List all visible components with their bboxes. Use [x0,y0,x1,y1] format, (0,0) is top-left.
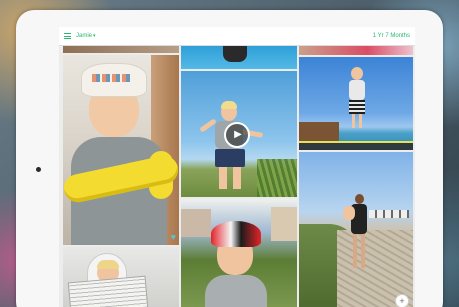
photo-detail-feet [223,46,247,62]
photo-detail-shorts [215,149,245,167]
photo-detail-shirt [205,275,267,307]
photo-tile-newspaper[interactable] [63,247,179,307]
photo-detail-child [347,67,367,128]
play-icon: ▶ [234,129,242,140]
photo-tile-top-right[interactable] [299,46,413,55]
photo-tile-boy-white-hat[interactable]: ♥ [63,55,179,245]
plus-icon: + [399,296,405,306]
chevron-down-icon: ▾ [93,33,96,39]
photo-tile-mother-baby[interactable] [299,152,413,307]
heart-icon[interactable]: ♥ [171,232,176,242]
photo-detail-plant [257,159,297,197]
photo-tile-top-left[interactable] [63,46,179,53]
child-name-label: Jamie [76,33,93,39]
child-selector[interactable]: Jamie▾ [76,33,96,39]
app-screen: Jamie▾ 1 Yr 7 Months ♥ ▶ + [59,27,415,307]
photo-tile-pool[interactable] [181,46,297,69]
photo-detail-newspaper [67,275,149,307]
photo-detail-hair [97,260,119,269]
add-photo-button[interactable]: + [395,294,409,307]
photo-detail-house [181,209,211,237]
photo-detail-cars [369,210,409,218]
top-app-bar: Jamie▾ 1 Yr 7 Months [59,27,415,46]
play-button[interactable]: ▶ [224,122,250,148]
child-age-label: 1 Yr 7 Months [372,33,410,39]
photo-detail-trampoline [299,141,413,150]
photo-detail-helmet [211,221,261,247]
photo-tile-trampoline[interactable] [299,57,413,150]
photo-detail-house [271,207,297,241]
photo-detail-hair [221,101,237,109]
photo-detail-fence [299,122,339,142]
hamburger-menu-icon[interactable] [64,33,71,39]
photo-tile-bike-helmet[interactable] [181,199,297,307]
video-tile-lawn[interactable]: ▶ [181,71,297,197]
photo-detail-hat [81,63,147,97]
photo-detail-legs [219,167,241,189]
front-camera [36,167,41,172]
photo-detail-person [343,194,369,270]
